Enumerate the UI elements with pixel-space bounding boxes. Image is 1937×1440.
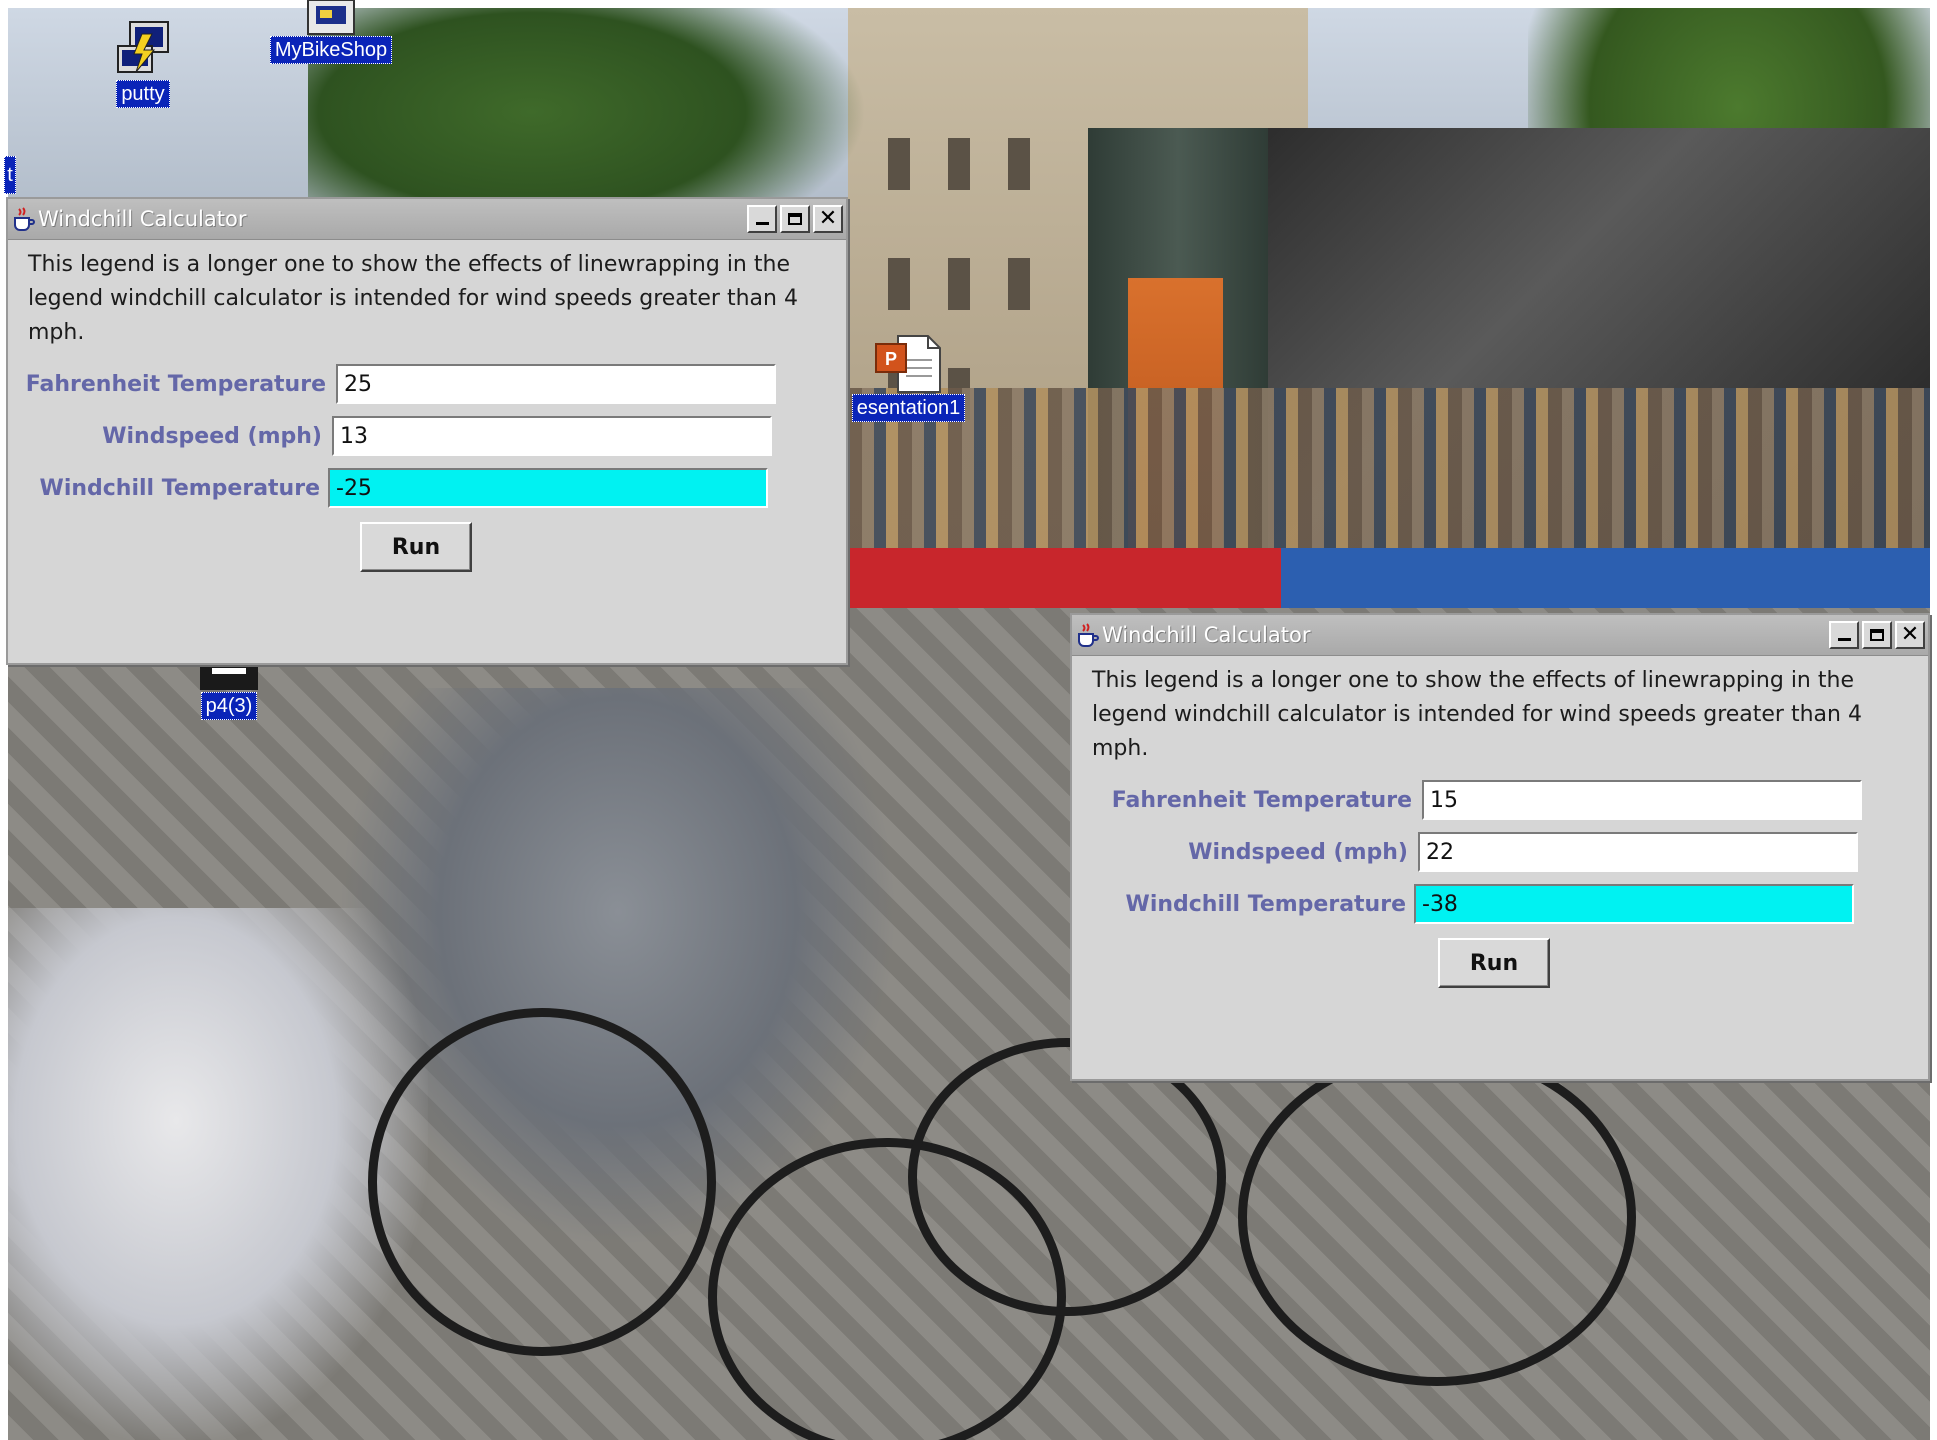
windspeed-label: Windspeed (mph): [1188, 839, 1408, 865]
fahrenheit-label: Fahrenheit Temperature: [25, 371, 326, 397]
desktop-icon-label: p4(3): [200, 692, 258, 720]
windspeed-row: Windspeed (mph): [8, 416, 772, 456]
powerpoint-document-icon: P: [874, 335, 941, 393]
run-button[interactable]: Run: [360, 522, 472, 572]
fahrenheit-input[interactable]: [1422, 780, 1862, 820]
windchill-label: Windchill Temperature: [1125, 891, 1406, 917]
fahrenheit-row: Fahrenheit Temperature: [1072, 780, 1862, 820]
fahrenheit-label: Fahrenheit Temperature: [1111, 787, 1412, 813]
windchill-output[interactable]: [1414, 884, 1854, 924]
java-cup-icon: [14, 207, 35, 231]
window-titlebar[interactable]: Windchill Calculator ✕: [8, 199, 846, 240]
minimize-button[interactable]: [1829, 621, 1859, 649]
window-titlebar[interactable]: Windchill Calculator ✕: [1072, 615, 1928, 656]
maximize-button[interactable]: [780, 205, 810, 233]
windspeed-input[interactable]: [1418, 832, 1858, 872]
legend-text: This legend is a longer one to show the …: [1092, 668, 1862, 761]
fahrenheit-input[interactable]: [336, 364, 776, 404]
maximize-button[interactable]: [1862, 621, 1892, 649]
wallpaper-bike-wheel: [368, 1008, 716, 1356]
windspeed-row: Windspeed (mph): [1072, 832, 1858, 872]
desktop-icon-label: t: [4, 156, 16, 194]
window-title: Windchill Calculator: [38, 207, 247, 231]
desktop-icon-putty[interactable]: putty: [108, 20, 178, 108]
windchill-row: Windchill Temperature: [1072, 884, 1854, 924]
computer-icon: [307, 0, 355, 35]
close-icon: ✕: [1900, 622, 1920, 647]
close-button[interactable]: ✕: [1895, 621, 1925, 649]
desktop-icon-label: putty: [116, 80, 170, 108]
application-icon: [200, 664, 258, 690]
desktop-icon-partial[interactable]: t: [0, 156, 20, 194]
wallpaper-cyclist: [8, 908, 428, 1440]
windchill-label: Windchill Temperature: [39, 475, 320, 501]
window-title: Windchill Calculator: [1102, 623, 1311, 647]
minimize-icon: [1838, 638, 1851, 641]
windchill-calculator-window[interactable]: Windchill Calculator ✕ This legend is a …: [6, 197, 848, 665]
windspeed-label: Windspeed (mph): [102, 423, 322, 449]
maximize-icon: [1870, 629, 1884, 641]
legend-text: This legend is a longer one to show the …: [28, 252, 798, 345]
putty-terminal-icon: [117, 21, 169, 73]
svg-text:P: P: [884, 349, 896, 369]
close-icon: ✕: [818, 206, 838, 231]
wallpaper-bike-wheel: [1238, 1048, 1636, 1386]
maximize-icon: [788, 213, 802, 225]
close-button[interactable]: ✕: [813, 205, 843, 233]
windchill-output[interactable]: [328, 468, 768, 508]
windspeed-input[interactable]: [332, 416, 772, 456]
desktop-icon-mybikeshop[interactable]: MyBikeShop: [266, 0, 396, 64]
java-cup-icon: [1078, 623, 1099, 647]
desktop-icon-p4[interactable]: p4(3): [192, 664, 266, 720]
desktop-icon-label: esentation1: [851, 394, 966, 422]
minimize-button[interactable]: [747, 205, 777, 233]
minimize-icon: [756, 222, 769, 225]
fahrenheit-row: Fahrenheit Temperature: [8, 364, 776, 404]
windchill-row: Windchill Temperature: [8, 468, 768, 508]
desktop-icon-presentation[interactable]: P esentation1: [846, 334, 971, 422]
windchill-calculator-window[interactable]: Windchill Calculator ✕ This legend is a …: [1070, 613, 1930, 1081]
run-button[interactable]: Run: [1438, 938, 1550, 988]
desktop-icon-label: MyBikeShop: [269, 36, 393, 64]
